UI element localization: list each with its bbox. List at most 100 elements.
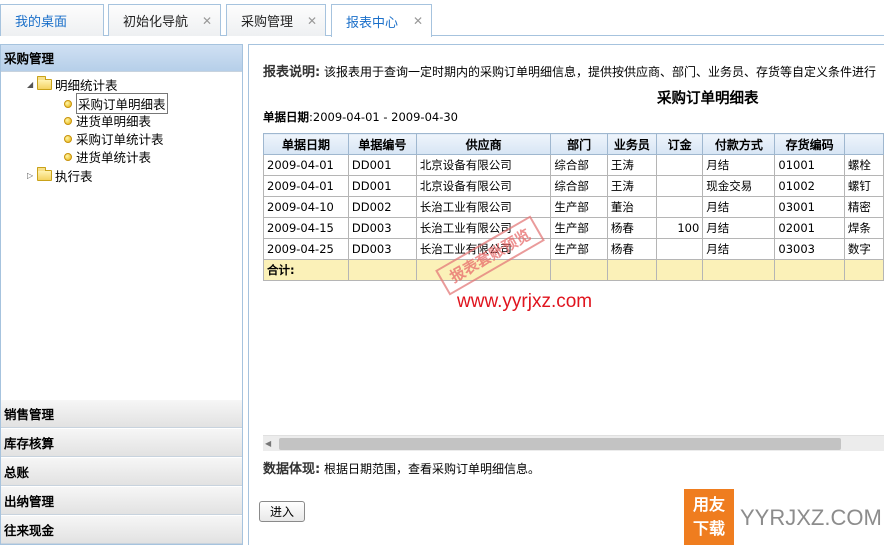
table-cell xyxy=(655,196,704,218)
table-cell: 北京设备有限公司 xyxy=(415,154,552,176)
collapsed-triangle-icon[interactable]: ▷ xyxy=(27,171,37,180)
column-header[interactable]: 存货编码 xyxy=(774,133,845,155)
table-cell: DD002 xyxy=(347,196,417,218)
panel-header-sales[interactable]: 销售管理 xyxy=(1,399,242,428)
panel-header-cashier[interactable]: 出纳管理 xyxy=(1,486,242,515)
logo-badge: 用友 下载 xyxy=(684,489,734,545)
table-cell: 生产部 xyxy=(550,238,608,260)
leaf-dot-icon xyxy=(64,134,72,143)
tab-label: 报表中心 xyxy=(346,15,399,31)
column-header[interactable]: 部门 xyxy=(550,133,608,155)
tab-my-desktop[interactable]: 我的桌面 xyxy=(0,4,104,36)
report-panel: 报表说明: 该报表用于查询一定时期内的采购订单明细信息，提供按供应商、部门、业务… xyxy=(248,44,884,545)
column-header[interactable]: 单据编号 xyxy=(347,133,417,155)
total-row: 合计: xyxy=(263,259,884,281)
table-cell: DD003 xyxy=(347,217,417,239)
table-cell: 综合部 xyxy=(550,154,608,176)
scrollbar-thumb[interactable] xyxy=(279,438,841,450)
table-cell xyxy=(774,259,845,281)
panel-header-ledger[interactable]: 总账 xyxy=(1,457,242,486)
table-cell xyxy=(606,259,657,281)
column-header[interactable] xyxy=(843,133,884,155)
date-label: 单据日期 xyxy=(263,110,309,124)
table-cell xyxy=(550,259,608,281)
tree-folder-execution[interactable]: ▷ 执行表 xyxy=(27,166,93,185)
table-cell: 100 xyxy=(655,217,704,239)
table-row[interactable]: 2009-04-01 DD001 北京设备有限公司 综合部 王涛 现金交易 01… xyxy=(263,175,884,197)
column-header[interactable]: 订金 xyxy=(655,133,704,155)
tree-item-label: 进货单明细表 xyxy=(76,114,152,129)
table-cell: 01002 xyxy=(774,175,845,197)
column-header[interactable]: 单据日期 xyxy=(263,133,349,155)
column-header[interactable]: 业务员 xyxy=(606,133,657,155)
sidebar: 采购管理 ◢ 明细统计表 采购订单明细表 进货单明细表 采购订单统计表 进货单统… xyxy=(0,44,243,545)
table-cell: 月结 xyxy=(702,154,776,176)
table-cell: DD001 xyxy=(347,154,417,176)
table-row[interactable]: 2009-04-25 DD003 长治工业有限公司 生产部 杨春 月结 0300… xyxy=(263,238,884,260)
tab-report-center[interactable]: 报表中心 ✕ xyxy=(331,4,432,37)
total-label: 合计: xyxy=(263,259,349,281)
site-logo: 用友 下载 YYRJXZ.COM xyxy=(684,489,884,545)
table-cell: 2009-04-01 xyxy=(263,154,349,176)
close-icon[interactable]: ✕ xyxy=(307,15,317,27)
tab-bar: 我的桌面 初始化导航 ✕ 采购管理 ✕ 报表中心 ✕ xyxy=(0,0,884,37)
tab-init-nav[interactable]: 初始化导航 ✕ xyxy=(108,4,221,36)
panel-header-accounts[interactable]: 往来现金 xyxy=(1,515,242,544)
table-row[interactable]: 2009-04-15 DD003 长治工业有限公司 生产部 杨春 100 月结 … xyxy=(263,217,884,239)
tree-item-receipt-stats[interactable]: 进货单统计表 xyxy=(64,147,151,166)
panel-header-purchase[interactable]: 采购管理 xyxy=(1,45,242,72)
table-cell: 2009-04-25 xyxy=(263,238,349,260)
table-cell xyxy=(655,175,704,197)
table-cell: DD003 xyxy=(347,238,417,260)
table-cell xyxy=(655,259,704,281)
column-header[interactable]: 供应商 xyxy=(415,133,552,155)
table-cell: 王涛 xyxy=(606,154,657,176)
leaf-dot-icon xyxy=(64,99,72,108)
table-cell: 生产部 xyxy=(550,196,608,218)
data-note: 数据体现: 根据日期范围，查看采购订单明细信息。 xyxy=(263,458,540,477)
table-cell: 焊条 xyxy=(843,217,884,239)
table-cell: 生产部 xyxy=(550,217,608,239)
table-row[interactable]: 2009-04-01 DD001 北京设备有限公司 综合部 王涛 月结 0100… xyxy=(263,154,884,176)
table-cell: 螺钉 xyxy=(843,175,884,197)
tree-item-label: 进货单统计表 xyxy=(76,150,152,165)
table-cell: 01001 xyxy=(774,154,845,176)
table-cell: 2009-04-15 xyxy=(263,217,349,239)
table-cell: 2009-04-01 xyxy=(263,175,349,197)
tree-item-receipt-detail[interactable]: 进货单明细表 xyxy=(64,111,151,130)
tab-purchase-mgmt[interactable]: 采购管理 ✕ xyxy=(226,4,326,36)
description-text: 该报表用于查询一定时期内的采购订单明细信息，提供按供应商、部门、业务员、存货等自… xyxy=(324,65,877,79)
close-icon[interactable]: ✕ xyxy=(413,15,423,27)
leaf-dot-icon xyxy=(64,152,72,161)
table-cell: 综合部 xyxy=(550,175,608,197)
scroll-left-icon[interactable]: ◀ xyxy=(265,439,271,448)
tree-item-purchase-order-stats[interactable]: 采购订单统计表 xyxy=(64,129,164,148)
table-cell: 月结 xyxy=(702,196,776,218)
data-note-label: 数据体现: xyxy=(263,462,321,477)
table-cell: 02001 xyxy=(774,217,845,239)
collapsed-panels: 销售管理 库存核算 总账 出纳管理 往来现金 xyxy=(1,399,242,544)
enter-button[interactable]: 进入 xyxy=(259,501,305,522)
panel-header-inventory[interactable]: 库存核算 xyxy=(1,428,242,457)
report-description: 报表说明: 该报表用于查询一定时期内的采购订单明细信息，提供按供应商、部门、业务… xyxy=(263,61,876,80)
date-range: :2009-04-01 - 2009-04-30 xyxy=(309,110,459,124)
tab-label: 初始化导航 xyxy=(123,15,189,30)
tree-folder-detail-stats[interactable]: ◢ 明细统计表 xyxy=(27,75,118,94)
table-cell: 长治工业有限公司 xyxy=(415,196,552,218)
expanded-triangle-icon[interactable]: ◢ xyxy=(27,80,37,89)
table-cell: 2009-04-10 xyxy=(263,196,349,218)
table-cell xyxy=(843,259,884,281)
tab-label: 采购管理 xyxy=(241,15,294,30)
column-header[interactable]: 付款方式 xyxy=(702,133,776,155)
date-range-line: 单据日期:2009-04-01 - 2009-04-30 xyxy=(263,109,458,125)
logo-badge-line: 用友 xyxy=(692,495,725,514)
table-header-row: 单据日期 单据编号 供应商 部门 业务员 订金 付款方式 存货编码 xyxy=(263,133,884,155)
close-icon[interactable]: ✕ xyxy=(202,15,212,27)
horizontal-scrollbar[interactable]: ◀ xyxy=(263,435,884,451)
tree-folder-label: 明细统计表 xyxy=(55,78,118,93)
table-row[interactable]: 2009-04-10 DD002 长治工业有限公司 生产部 董治 月结 0300… xyxy=(263,196,884,218)
tab-label: 我的桌面 xyxy=(15,15,68,30)
logo-text: YYRJXZ.COM xyxy=(740,505,882,530)
table-cell xyxy=(702,259,776,281)
report-table: 单据日期 单据编号 供应商 部门 业务员 订金 付款方式 存货编码 2009-0… xyxy=(263,133,884,281)
